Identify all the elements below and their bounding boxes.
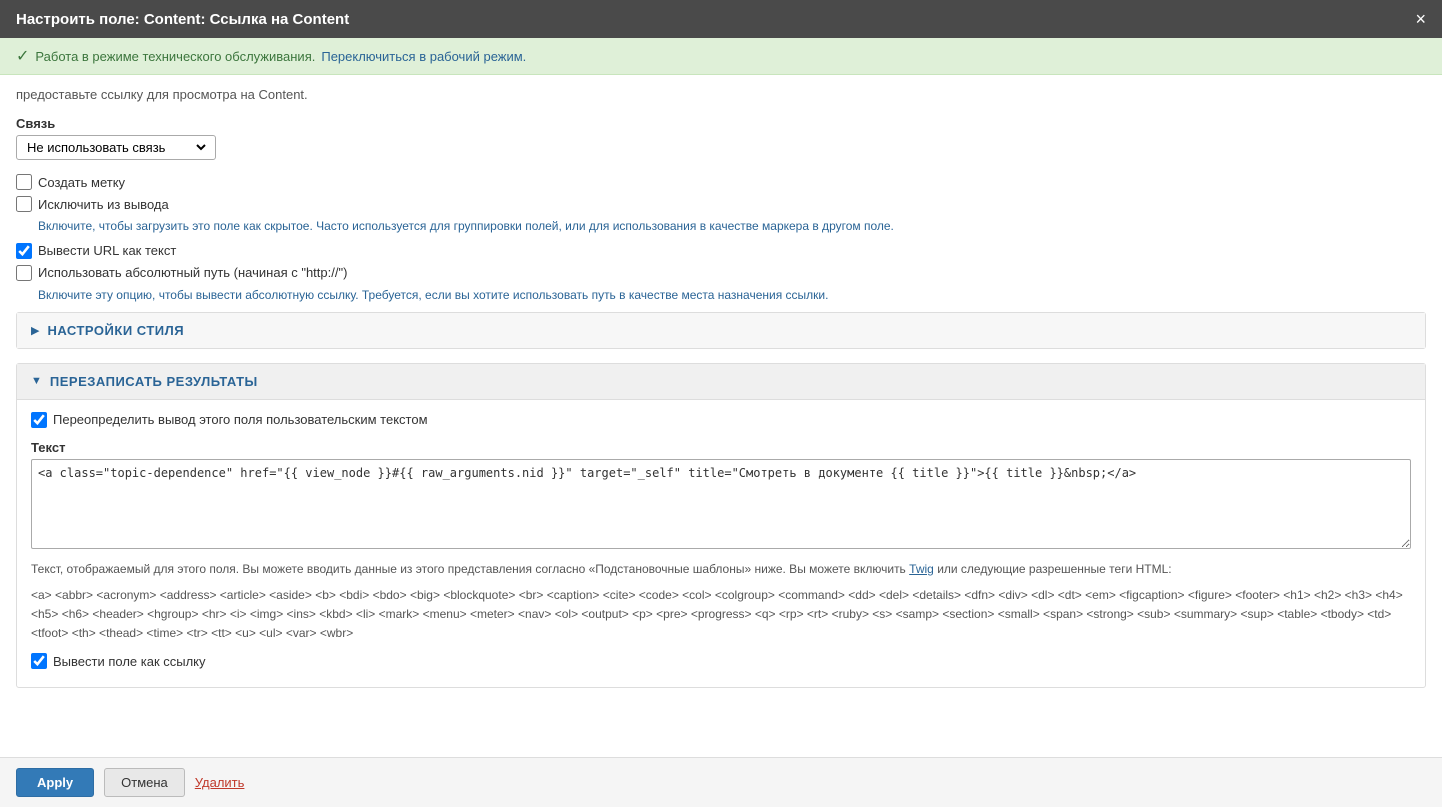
override-section-body: Переопределить вывод этого поля пользова… [17, 400, 1425, 688]
output-as-link-checkbox-item: Вывести поле как ссылку [31, 653, 1411, 669]
url-as-text-checkbox-item: Вывести URL как текст [16, 243, 1426, 259]
override-output-checkbox-item: Переопределить вывод этого поля пользова… [31, 412, 1411, 428]
output-as-link-label[interactable]: Вывести поле как ссылку [53, 654, 206, 669]
absolute-path-checkbox-item: Использовать абсолютный путь (начиная с … [16, 265, 1426, 281]
override-arrow-icon: ▼ [31, 375, 42, 387]
override-section-title: ПЕРЕЗАПИСАТЬ РЕЗУЛЬТАТЫ [50, 374, 258, 389]
override-output-label[interactable]: Переопределить вывод этого поля пользова… [53, 412, 428, 427]
style-arrow-icon: ▶ [31, 324, 39, 337]
allowed-tags: <a> <abbr> <acronym> <address> <article>… [31, 586, 1411, 644]
maintenance-link[interactable]: Переключиться в рабочий режим. [321, 49, 526, 64]
relation-select[interactable]: Не использовать связь [23, 139, 209, 156]
text-area-label: Текст [31, 440, 1411, 455]
maintenance-bar: ✓ Работа в режиме технического обслужива… [0, 38, 1442, 75]
cancel-button[interactable]: Отмена [104, 768, 185, 797]
create-label-checkbox[interactable] [16, 174, 32, 190]
absolute-path-help: Включите эту опцию, чтобы вывести абсолю… [38, 287, 1426, 304]
output-as-link-checkbox[interactable] [31, 653, 47, 669]
create-label-text[interactable]: Создать метку [38, 175, 125, 190]
relation-label: Связь [16, 116, 1426, 131]
override-output-checkbox[interactable] [31, 412, 47, 428]
modal-body: предоставьте ссылку для просмотра на Con… [0, 75, 1442, 757]
modal-footer: Apply Отмена Удалить [0, 757, 1442, 807]
close-button[interactable]: × [1415, 10, 1426, 28]
override-section-header[interactable]: ▼ ПЕРЕЗАПИСАТЬ РЕЗУЛЬТАТЫ [17, 364, 1425, 400]
modal-title: Настроить поле: Content: Ссылка на Conte… [16, 11, 349, 28]
url-as-text-checkbox[interactable] [16, 243, 32, 259]
create-label-checkbox-item: Создать метку [16, 174, 1426, 190]
maintenance-text: Работа в режиме технического обслуживани… [35, 49, 315, 64]
absolute-path-label[interactable]: Использовать абсолютный путь (начиная с … [38, 265, 347, 280]
delete-button[interactable]: Удалить [195, 775, 245, 790]
twig-link[interactable]: Twig [909, 562, 934, 576]
exclude-output-help: Включите, чтобы загрузить это поле как с… [38, 218, 1426, 235]
apply-button[interactable]: Apply [16, 768, 94, 797]
url-as-text-label[interactable]: Вывести URL как текст [38, 243, 176, 258]
modal-dialog: Настроить поле: Content: Ссылка на Conte… [0, 0, 1442, 807]
exclude-output-text[interactable]: Исключить из вывода [38, 197, 169, 212]
modal-header: Настроить поле: Content: Ссылка на Conte… [0, 0, 1442, 38]
help-suffix: или следующие разрешенные теги HTML: [937, 562, 1171, 576]
text-area-wrapper: Текст <a class="topic-dependence" href="… [31, 440, 1411, 552]
check-icon: ✓ [16, 46, 29, 66]
absolute-path-checkbox[interactable] [16, 265, 32, 281]
exclude-output-checkbox-item: Исключить из вывода [16, 196, 1426, 212]
style-section: ▶ НАСТРОЙКИ СТИЛЯ [16, 312, 1426, 349]
help-prefix: Текст, отображаемый для этого поля. Вы м… [31, 562, 906, 576]
relation-field-group: Связь Не использовать связь [16, 116, 1426, 160]
relation-select-wrapper[interactable]: Не использовать связь [16, 135, 216, 160]
style-section-title: НАСТРОЙКИ СТИЛЯ [47, 323, 184, 338]
exclude-output-checkbox[interactable] [16, 196, 32, 212]
text-textarea[interactable]: <a class="topic-dependence" href="{{ vie… [31, 459, 1411, 549]
intro-text: предоставьте ссылку для просмотра на Con… [16, 87, 1426, 102]
help-block: Текст, отображаемый для этого поля. Вы м… [31, 560, 1411, 578]
style-section-header[interactable]: ▶ НАСТРОЙКИ СТИЛЯ [17, 313, 1425, 348]
override-section: ▼ ПЕРЕЗАПИСАТЬ РЕЗУЛЬТАТЫ Переопределить… [16, 363, 1426, 689]
